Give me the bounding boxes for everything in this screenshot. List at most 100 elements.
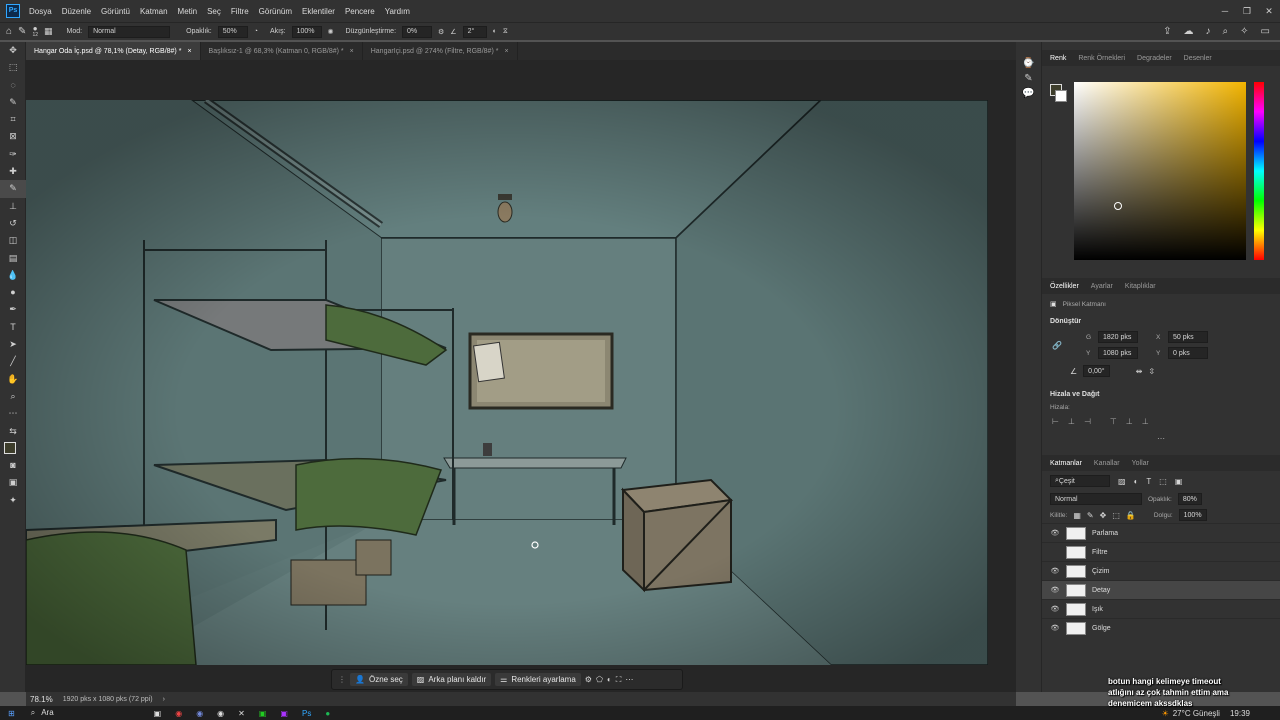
menu-filter[interactable]: Filtre bbox=[226, 7, 254, 16]
taskbar-search[interactable]: ⌕ Ara bbox=[31, 708, 54, 718]
lock-all-icon[interactable]: 🔒 bbox=[1126, 511, 1136, 520]
brush-settings-icon[interactable]: ▦ bbox=[44, 26, 53, 37]
history-icon[interactable]: ⌚ bbox=[1016, 58, 1041, 69]
clock[interactable]: 19:39 bbox=[1230, 709, 1250, 718]
width-field[interactable]: 1820 pks bbox=[1098, 331, 1138, 343]
layer-filtre[interactable]: Filtre bbox=[1042, 542, 1280, 561]
y-field[interactable]: 0 pks bbox=[1168, 347, 1208, 359]
chrome-icon[interactable]: ◉ bbox=[175, 709, 182, 718]
eye-icon[interactable]: 👁 bbox=[1050, 567, 1060, 575]
angle-field[interactable]: 2° bbox=[462, 25, 487, 38]
filter-adjust-icon[interactable]: ◐ bbox=[1134, 477, 1139, 486]
share-icon[interactable]: ⇪ bbox=[1163, 26, 1171, 37]
comments-icon[interactable]: 💬 bbox=[1016, 88, 1041, 99]
brush-presets-icon[interactable]: ✎ bbox=[1016, 73, 1041, 84]
stamp-tool-icon[interactable]: ⊥ bbox=[0, 198, 26, 215]
lock-pixels-icon[interactable]: ✎ bbox=[1087, 511, 1094, 520]
steam-icon[interactable]: ◉ bbox=[217, 709, 224, 718]
tab-adjustments[interactable]: Ayarlar bbox=[1091, 283, 1113, 290]
capcut-icon[interactable]: ✕ bbox=[238, 709, 245, 718]
smoothing-field[interactable]: 0% bbox=[402, 25, 433, 38]
link-icon[interactable]: 🔗 bbox=[1052, 341, 1082, 350]
filter-smart-icon[interactable]: ▣ bbox=[1175, 477, 1183, 486]
healing-brush-tool-icon[interactable]: ✚ bbox=[0, 163, 26, 180]
filter-pixel-icon[interactable]: ▨ bbox=[1118, 477, 1126, 486]
align-middle-icon[interactable]: ⊥ bbox=[1126, 417, 1133, 426]
hand-tool-icon[interactable]: ✋ bbox=[0, 371, 26, 388]
zoom-tool-icon[interactable]: ⌕ bbox=[0, 388, 26, 405]
generative-icon[interactable]: ✦ bbox=[0, 492, 26, 509]
task-view-icon[interactable]: ▣ bbox=[154, 709, 162, 718]
type-tool-icon[interactable]: T bbox=[0, 319, 26, 336]
eye-icon[interactable]: 👁 bbox=[1050, 624, 1060, 632]
menu-help[interactable]: Yardım bbox=[380, 7, 415, 16]
tab-properties[interactable]: Özellikler bbox=[1050, 283, 1079, 290]
fill-field[interactable]: 100% bbox=[1178, 509, 1207, 521]
artwork-canvas[interactable] bbox=[26, 100, 988, 665]
align-left-icon[interactable]: ⊢ bbox=[1052, 417, 1059, 426]
close-button[interactable]: ✕ bbox=[1258, 6, 1280, 17]
more-options-icon[interactable]: ⋯ bbox=[625, 675, 633, 684]
tab-hangar-oda[interactable]: Hangar Oda İç.psd @ 78,1% (Detay, RGB/8#… bbox=[26, 42, 201, 60]
home-icon[interactable]: ⌂ bbox=[6, 26, 12, 37]
tab-channels[interactable]: Kanallar bbox=[1094, 460, 1120, 467]
status-arrow-icon[interactable]: › bbox=[163, 696, 165, 703]
pressure-opacity-icon[interactable]: ◔ bbox=[254, 28, 258, 35]
transform-icon[interactable]: ⬠ bbox=[596, 675, 603, 684]
layer-cizim[interactable]: 👁 Çizim bbox=[1042, 561, 1280, 580]
layer-opacity-field[interactable]: 80% bbox=[1177, 493, 1202, 505]
tab-paths[interactable]: Yollar bbox=[1132, 460, 1149, 467]
settings-icon[interactable]: ⚙ bbox=[585, 675, 592, 684]
align-heading[interactable]: Hizala ve Dağıt bbox=[1042, 391, 1280, 398]
brush-size[interactable]: ● 12 bbox=[32, 24, 38, 38]
quick-select-tool-icon[interactable]: ✎ bbox=[0, 94, 26, 111]
symmetry-icon[interactable]: ⧖ bbox=[503, 28, 508, 36]
tab-libraries[interactable]: Kitaplıklar bbox=[1125, 283, 1156, 290]
windows-start-icon[interactable]: ⊞ bbox=[8, 709, 15, 718]
screen-mode-icon[interactable]: ▣ bbox=[0, 474, 26, 491]
history-brush-tool-icon[interactable]: ↺ bbox=[0, 215, 26, 232]
tab-color[interactable]: Renk bbox=[1050, 55, 1066, 62]
eraser-tool-icon[interactable]: ◫ bbox=[0, 232, 26, 249]
pen-tool-icon[interactable]: ✒ bbox=[0, 301, 26, 318]
menu-file[interactable]: Dosya bbox=[24, 7, 57, 16]
more-tools-icon[interactable]: ⋯ bbox=[0, 405, 26, 422]
flip-horizontal-icon[interactable]: ⇹ bbox=[1136, 367, 1143, 376]
menu-type[interactable]: Metin bbox=[173, 7, 203, 16]
menu-plugins[interactable]: Eklentiler bbox=[297, 7, 340, 16]
layer-filter-select[interactable]: ⌕ Çeşit bbox=[1050, 475, 1110, 487]
quick-mask-icon[interactable]: ◙ bbox=[0, 457, 26, 474]
blur-tool-icon[interactable]: 💧 bbox=[0, 267, 26, 284]
menu-view[interactable]: Görünüm bbox=[254, 7, 297, 16]
layer-parlama[interactable]: 👁 Parlama bbox=[1042, 523, 1280, 542]
remove-background-button[interactable]: ▨ Arka planı kaldır bbox=[411, 673, 492, 686]
align-center-icon[interactable]: ⊥ bbox=[1068, 417, 1075, 426]
tab-basliksiz[interactable]: Başlıksız-1 @ 68,3% (Katman 0, RGB/8#) *… bbox=[201, 42, 363, 60]
flow-field[interactable]: 100% bbox=[291, 25, 322, 38]
marquee-tool-icon[interactable]: ⬚ bbox=[0, 59, 26, 76]
menu-window[interactable]: Pencere bbox=[340, 7, 380, 16]
dodge-tool-icon[interactable]: ● bbox=[0, 284, 26, 301]
transform-heading[interactable]: Dönüştür bbox=[1042, 318, 1280, 325]
flip-vertical-icon[interactable]: ⇳ bbox=[1148, 367, 1155, 376]
eye-icon[interactable]: 👁 bbox=[1050, 586, 1060, 594]
color-swatches[interactable] bbox=[0, 440, 26, 459]
panel-bg-swatch[interactable] bbox=[1055, 90, 1067, 102]
mode-select[interactable]: Normal bbox=[88, 25, 171, 38]
opacity-field[interactable]: 50% bbox=[217, 25, 248, 38]
path-select-tool-icon[interactable]: ➤ bbox=[0, 336, 26, 353]
tab-patterns[interactable]: Desenler bbox=[1184, 55, 1212, 62]
swap-colors-icon[interactable]: ⇆ bbox=[0, 423, 26, 440]
airbrush-icon[interactable]: ✺ bbox=[328, 28, 334, 36]
height-field[interactable]: 1080 pks bbox=[1098, 347, 1138, 359]
photoshop-taskbar-icon[interactable]: Ps bbox=[302, 709, 311, 718]
tab-gradients[interactable]: Degradeler bbox=[1137, 55, 1172, 62]
tab-swatches[interactable]: Renk Örnekleri bbox=[1078, 55, 1125, 62]
eye-icon[interactable]: 👁 bbox=[1050, 529, 1060, 537]
tab-hangar-ici[interactable]: HangarIçi.psd @ 274% (Filtre, RGB/8#) * × bbox=[363, 42, 518, 60]
layer-isik[interactable]: 👁 Işık bbox=[1042, 599, 1280, 618]
bell-icon[interactable]: ♪ bbox=[1206, 26, 1211, 37]
menu-select[interactable]: Seç bbox=[202, 7, 226, 16]
lock-position-icon[interactable]: ✥ bbox=[1100, 511, 1107, 520]
align-bottom-icon[interactable]: ⊥ bbox=[1142, 417, 1149, 426]
